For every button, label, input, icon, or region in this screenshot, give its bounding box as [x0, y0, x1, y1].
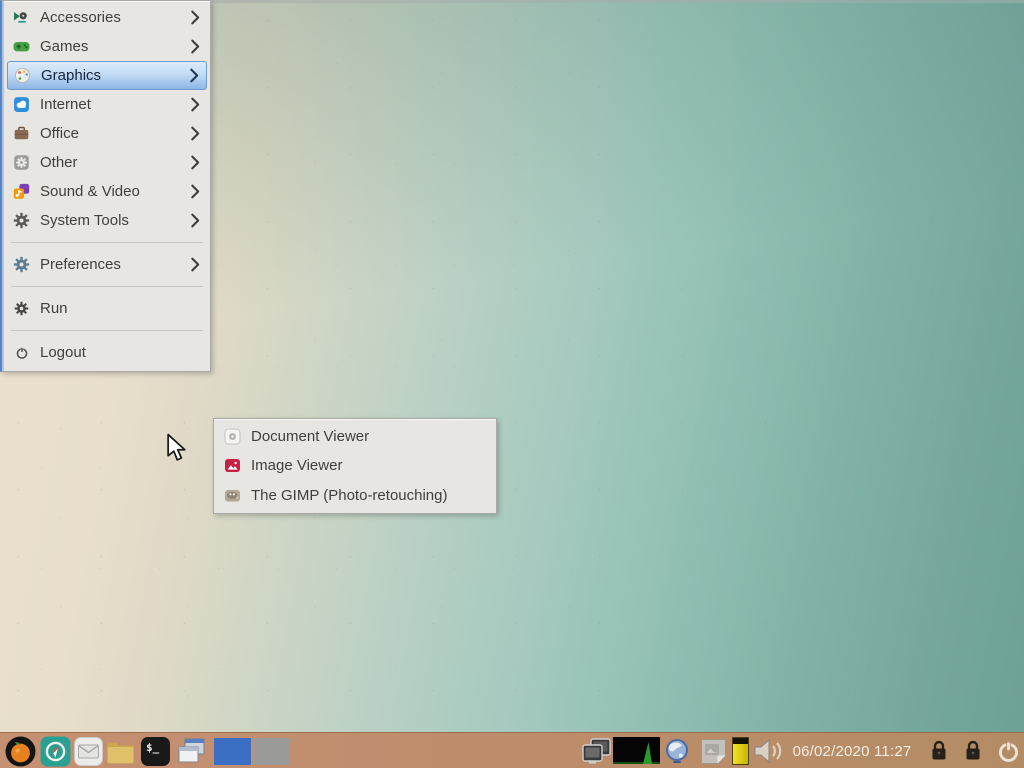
menu-separator [7, 279, 207, 294]
chevron-right-icon [190, 126, 201, 141]
menu-item-sound-video[interactable]: Sound & Video [7, 177, 207, 206]
chevron-right-icon [190, 10, 201, 25]
menu-item-label: Other [40, 154, 180, 171]
application-menu: Accessories Games Graphics Internet Offi… [0, 0, 211, 372]
lock-tray-icon[interactable] [929, 736, 949, 766]
clock[interactable]: 06/02/2020 11:27 [786, 736, 918, 766]
submenu-item-gimp[interactable]: The GIMP (Photo-retouching) [218, 481, 492, 510]
file-manager-launcher[interactable] [105, 736, 136, 766]
lock-tray-icon-2[interactable] [963, 736, 983, 766]
run-icon [13, 300, 30, 317]
web-browser-launcher[interactable] [40, 736, 71, 766]
taskbar: $_ 06/02/2020 11:27 [0, 732, 1024, 768]
graphics-icon [14, 67, 31, 84]
menu-item-graphics[interactable]: Graphics [7, 61, 207, 90]
pager-desktop-1[interactable] [214, 738, 251, 765]
menu-item-label: Graphics [41, 67, 179, 84]
mouse-cursor [166, 433, 192, 469]
accessories-icon [13, 9, 30, 26]
menu-item-label: Run [40, 300, 201, 317]
menu-item-label: Games [40, 38, 180, 55]
menu-item-system-tools[interactable]: System Tools [7, 206, 207, 235]
menu-item-other[interactable]: Other [7, 148, 207, 177]
pager-desktop-2[interactable] [253, 738, 290, 765]
submenu-item-label: Image Viewer [251, 457, 486, 474]
menu-item-label: System Tools [40, 212, 180, 229]
preferences-icon [13, 256, 30, 273]
menu-item-logout[interactable]: Logout [7, 338, 207, 367]
network-globe-tray-icon[interactable] [663, 736, 691, 766]
graphics-submenu: Document Viewer Image Viewer The GIMP (P… [213, 418, 497, 514]
volume-tray-icon[interactable] [752, 736, 784, 766]
submenu-item-image-viewer[interactable]: Image Viewer [218, 451, 492, 480]
menu-item-label: Internet [40, 96, 180, 113]
submenu-item-document-viewer[interactable]: Document Viewer [218, 422, 492, 451]
menu-item-label: Logout [40, 344, 201, 361]
power-button[interactable] [996, 736, 1020, 766]
menu-item-label: Preferences [40, 256, 180, 273]
battery-tray-icon[interactable] [732, 737, 749, 765]
menu-item-accessories[interactable]: Accessories [7, 3, 207, 32]
menu-item-run[interactable]: Run [7, 294, 207, 323]
games-icon [13, 38, 30, 55]
internet-icon [13, 96, 30, 113]
chevron-right-icon [190, 155, 201, 170]
submenu-item-label: The GIMP (Photo-retouching) [251, 487, 486, 504]
menu-item-label: Sound & Video [40, 183, 180, 200]
menu-item-games[interactable]: Games [7, 32, 207, 61]
clock-text: 06/02/2020 11:27 [793, 743, 912, 760]
app-menu-button[interactable] [5, 736, 36, 766]
mail-launcher[interactable] [74, 736, 103, 766]
sound-video-icon [13, 183, 30, 200]
office-icon [13, 125, 30, 142]
chevron-right-icon [190, 213, 201, 228]
terminal-icon: $_ [141, 737, 170, 766]
window-list-button[interactable] [176, 736, 207, 766]
clipboard-tray-icon[interactable] [699, 736, 728, 766]
menu-separator [7, 323, 207, 338]
terminal-launcher[interactable]: $_ [141, 736, 170, 766]
document-viewer-icon [224, 428, 241, 445]
menu-item-label: Accessories [40, 9, 180, 26]
chevron-right-icon [190, 184, 201, 199]
image-viewer-icon [224, 457, 241, 474]
gimp-icon [224, 487, 241, 504]
menu-item-office[interactable]: Office [7, 119, 207, 148]
menu-separator [7, 235, 207, 250]
submenu-item-label: Document Viewer [251, 428, 486, 445]
other-icon [13, 154, 30, 171]
chevron-right-icon [190, 39, 201, 54]
logout-icon [13, 344, 30, 361]
display-settings-tray-icon[interactable] [581, 736, 612, 766]
chevron-right-icon [190, 257, 201, 272]
menu-item-preferences[interactable]: Preferences [7, 250, 207, 279]
menu-item-label: Office [40, 125, 180, 142]
system-tools-icon [13, 212, 30, 229]
chevron-right-icon [190, 97, 201, 112]
cpu-monitor-tray[interactable] [613, 737, 660, 764]
chevron-right-icon [189, 68, 200, 83]
menu-item-internet[interactable]: Internet [7, 90, 207, 119]
